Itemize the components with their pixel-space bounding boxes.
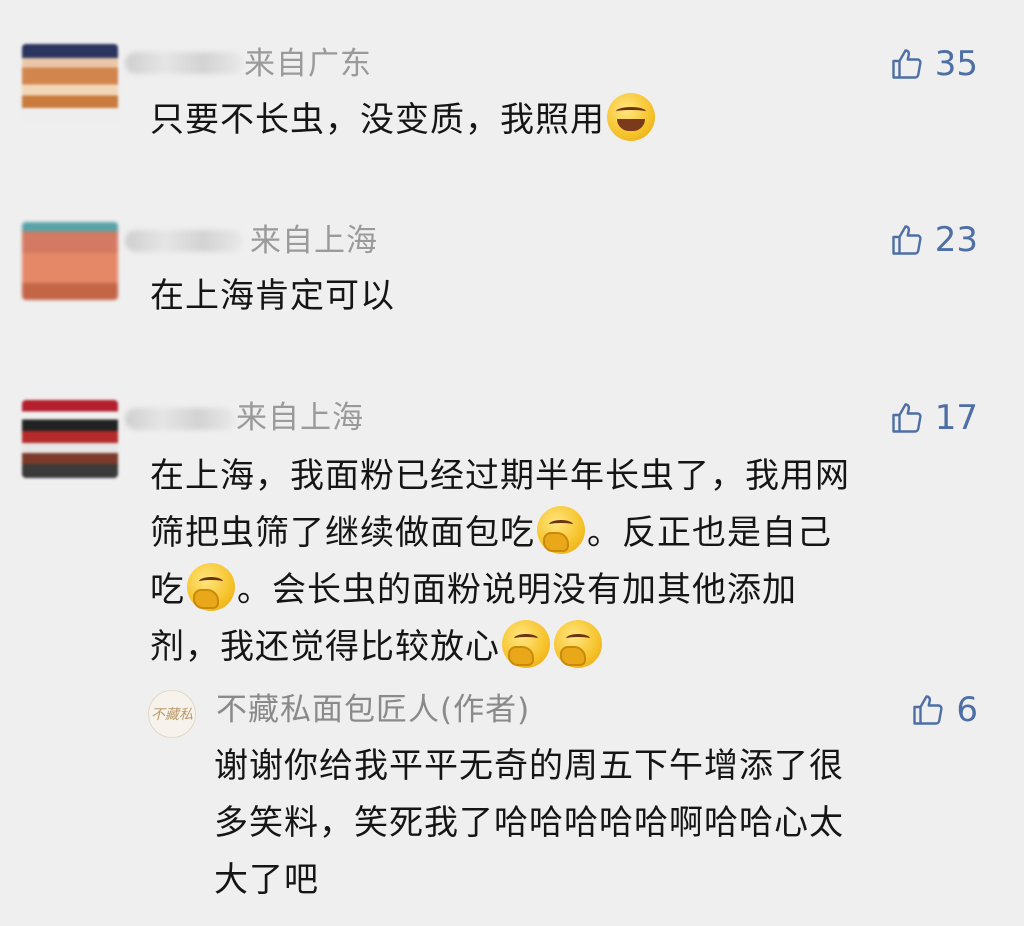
thinking-emoji [537,506,585,554]
like-count: 23 [934,220,978,260]
comment-region: 来自上海 [236,400,364,436]
thumbs-up-icon [892,225,922,255]
comment-text: 只要不长虫，没变质，我照用 [150,92,657,149]
reply-text: 谢谢你给我平平无奇的周五下午增添了很 多笑料，笑死我了哈哈哈哈哈啊哈哈心太 大了… [214,746,844,900]
like-button[interactable]: 17 [889,398,978,438]
username-redacted [125,408,235,430]
comment-text: 在上海肯定可以 [150,276,395,316]
thumbs-up-icon [892,403,922,433]
like-button[interactable]: 35 [889,44,978,84]
like-count: 17 [934,398,978,438]
avatar[interactable] [22,222,118,300]
author-avatar[interactable]: 不藏私 [148,690,196,738]
thinking-emoji [502,620,550,668]
author-name[interactable]: 不藏私面包匠人(作者) [216,690,530,730]
like-button[interactable]: 6 [910,690,978,730]
username-redacted [125,52,243,74]
username-redacted [125,230,243,252]
like-count: 6 [956,690,978,730]
tears-of-joy-emoji [607,93,655,141]
comment-region: 来自广东 [244,46,372,82]
thinking-emoji [187,563,235,611]
thumbs-up-icon [892,49,922,79]
comment-region: 来自上海 [250,223,378,259]
avatar[interactable] [22,44,118,122]
thumbs-up-icon [913,695,943,725]
like-count: 35 [934,44,978,84]
comment-text: 在上海，我面粉已经过期半年长虫了，我用网 筛把虫筛了继续做面包吃 。反正也是自己 … [150,456,850,668]
avatar[interactable] [22,400,118,478]
like-button[interactable]: 23 [889,220,978,260]
thinking-emoji [554,620,602,668]
